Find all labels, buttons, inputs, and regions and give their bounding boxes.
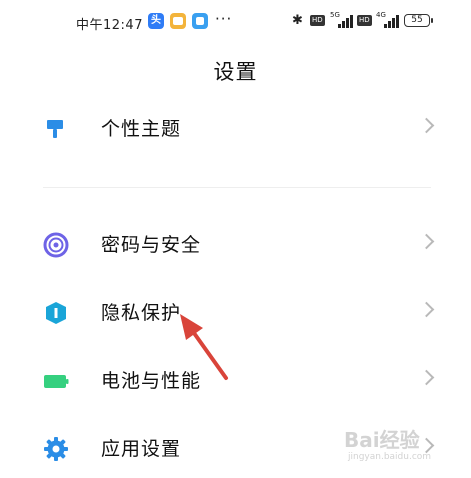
watermark-text: Bai经验 xyxy=(344,428,420,452)
toutiao-app-icon: 头 xyxy=(148,13,164,29)
chevron-right-icon xyxy=(418,117,435,134)
signal-icon-sim2: 4G xyxy=(376,11,399,28)
message-app-icon xyxy=(192,13,208,29)
battery-icon xyxy=(43,368,69,394)
settings-item-label: 电池与性能 xyxy=(101,370,202,392)
privacy-shield-icon xyxy=(43,300,69,326)
battery-indicator: 55 xyxy=(404,14,433,27)
settings-item-password-security[interactable]: 密码与安全 xyxy=(0,214,471,274)
settings-item-label: 隐私保护 xyxy=(101,302,182,324)
watermark-logo: Bai经验 jingyan.baidu.com xyxy=(340,418,460,468)
divider xyxy=(43,187,431,188)
watermark-subtext: jingyan.baidu.com xyxy=(348,452,432,462)
more-notifications-icon: ··· xyxy=(215,10,233,28)
chevron-right-icon xyxy=(418,369,435,386)
status-time: 中午12:47 xyxy=(76,18,143,33)
settings-item-label: 个性主题 xyxy=(101,118,182,140)
network-type-sim2: 4G xyxy=(376,11,386,19)
gear-icon xyxy=(43,436,69,462)
status-bar: 中午12:47 头 ··· ✱ HD 5G HD 4G 55 xyxy=(0,0,471,44)
settings-item-label: 应用设置 xyxy=(101,438,182,460)
settings-item-theme[interactable]: 个性主题 xyxy=(0,98,471,158)
page-title: 设置 xyxy=(213,60,258,84)
chevron-right-icon xyxy=(418,233,435,250)
toutiao-glyph: 头 xyxy=(151,15,161,26)
chat-app-icon xyxy=(170,13,186,29)
signal-icon-sim1: 5G xyxy=(330,11,353,28)
paint-brush-icon xyxy=(43,116,69,142)
settings-item-privacy[interactable]: 隐私保护 xyxy=(0,282,471,342)
bluetooth-icon: ✱ xyxy=(292,13,303,28)
settings-item-label: 密码与安全 xyxy=(101,234,202,256)
settings-item-battery[interactable]: 电池与性能 xyxy=(0,350,471,410)
fingerprint-icon xyxy=(43,232,69,258)
chevron-right-icon xyxy=(418,301,435,318)
network-type-sim1: 5G xyxy=(330,11,340,19)
hd-badge-2: HD xyxy=(357,15,372,26)
hd-badge-1: HD xyxy=(310,15,325,26)
